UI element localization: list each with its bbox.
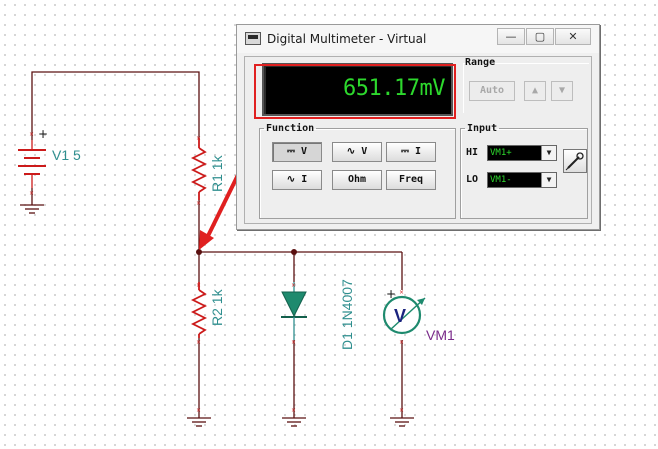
ground-symbol <box>282 417 306 427</box>
probe-button[interactable] <box>563 149 587 173</box>
multimeter-window[interactable]: Digital Multimeter - Virtual — ▢ ✕ 651.1… <box>236 24 600 230</box>
svg-text:×: × <box>291 282 296 289</box>
battery-plus-sign: + <box>38 127 48 141</box>
lo-input-select[interactable]: VM1- ▼ <box>487 172 557 188</box>
function-dc-current-label: I <box>414 146 422 157</box>
voltmeter-label: VM1 <box>426 327 455 343</box>
svg-text:×: × <box>291 339 296 346</box>
svg-text:×: × <box>196 282 201 289</box>
function-label: Function <box>266 123 315 134</box>
resistor-r1[interactable] <box>190 138 208 200</box>
maximize-button[interactable]: ▢ <box>526 28 554 45</box>
battery-v1[interactable] <box>18 140 46 188</box>
ground-symbol <box>187 417 211 427</box>
resistor-r2[interactable] <box>190 282 208 338</box>
lo-input-value: VM1- <box>490 175 512 185</box>
hi-input-select[interactable]: VM1+ ▼ <box>487 145 557 161</box>
function-ac-voltage-button[interactable]: ∿ V <box>332 142 382 162</box>
function-dc-current-button[interactable]: ⎓ I <box>386 142 436 162</box>
diode-d1[interactable] <box>281 282 307 340</box>
range-down-button[interactable]: ▼ <box>551 81 573 101</box>
junction-node <box>291 249 297 255</box>
resistor-r2-label: R2 1k <box>209 288 225 326</box>
function-ac-voltage-label: V <box>361 146 368 157</box>
dc-icon: ⎓ <box>400 146 415 157</box>
multimeter-app-icon <box>245 32 261 45</box>
junction-node <box>196 249 202 255</box>
range-up-button[interactable]: ▲ <box>524 81 546 101</box>
svg-text:×: × <box>29 131 34 138</box>
svg-text:×: × <box>196 407 201 414</box>
reading-value: 651.17mV <box>343 76 445 101</box>
svg-text:×: × <box>399 339 404 346</box>
input-label: Input <box>467 123 498 134</box>
svg-text:×: × <box>399 407 404 414</box>
svg-text:×: × <box>29 190 34 197</box>
range-auto-button[interactable]: Auto <box>469 81 515 101</box>
range-label: Range <box>465 57 496 68</box>
ac-icon: ∿ <box>286 174 302 185</box>
reading-display: 651.17mV <box>262 63 453 116</box>
function-freq-button[interactable]: Freq <box>386 170 436 190</box>
minimize-button[interactable]: — <box>497 28 525 45</box>
multimeter-panel: 651.17mV Range Auto ▲ ▼ Function ⎓ V ∿ V… <box>244 56 592 224</box>
multimeter-title: Digital Multimeter - Virtual <box>267 32 427 46</box>
close-button[interactable]: ✕ <box>555 28 591 45</box>
diode-label: D1 1N4007 <box>339 279 355 350</box>
multimeter-titlebar[interactable]: Digital Multimeter - Virtual — ▢ ✕ <box>237 25 599 53</box>
chevron-down-icon: ▼ <box>541 173 556 187</box>
ground-symbol <box>390 417 414 427</box>
svg-text:×: × <box>399 289 404 296</box>
svg-text:×: × <box>196 200 201 207</box>
svg-text:×: × <box>196 339 201 346</box>
resistor-r1-label: R1 1k <box>209 154 225 192</box>
dc-icon: ⎓ <box>286 146 301 157</box>
chevron-down-icon: ▼ <box>541 146 556 160</box>
ground-symbol <box>20 204 44 214</box>
function-dc-voltage-button[interactable]: ⎓ V <box>272 142 322 162</box>
battery-label: V1 5 <box>52 147 81 163</box>
voltmeter-plus-sign: + <box>386 287 396 301</box>
svg-text:×: × <box>196 135 201 142</box>
voltmeter-symbol: V <box>394 306 406 326</box>
function-ac-current-button[interactable]: ∿ I <box>272 170 322 190</box>
ac-icon: ∿ <box>346 146 362 157</box>
hi-input-value: VM1+ <box>490 148 512 158</box>
svg-text:×: × <box>291 407 296 414</box>
function-dc-voltage-label: V <box>300 146 308 157</box>
lo-label: LO <box>466 174 479 185</box>
function-ohm-button[interactable]: Ohm <box>332 170 382 190</box>
probe-icon <box>565 152 584 171</box>
function-ac-current-label: I <box>301 174 308 185</box>
hi-label: HI <box>466 147 479 158</box>
